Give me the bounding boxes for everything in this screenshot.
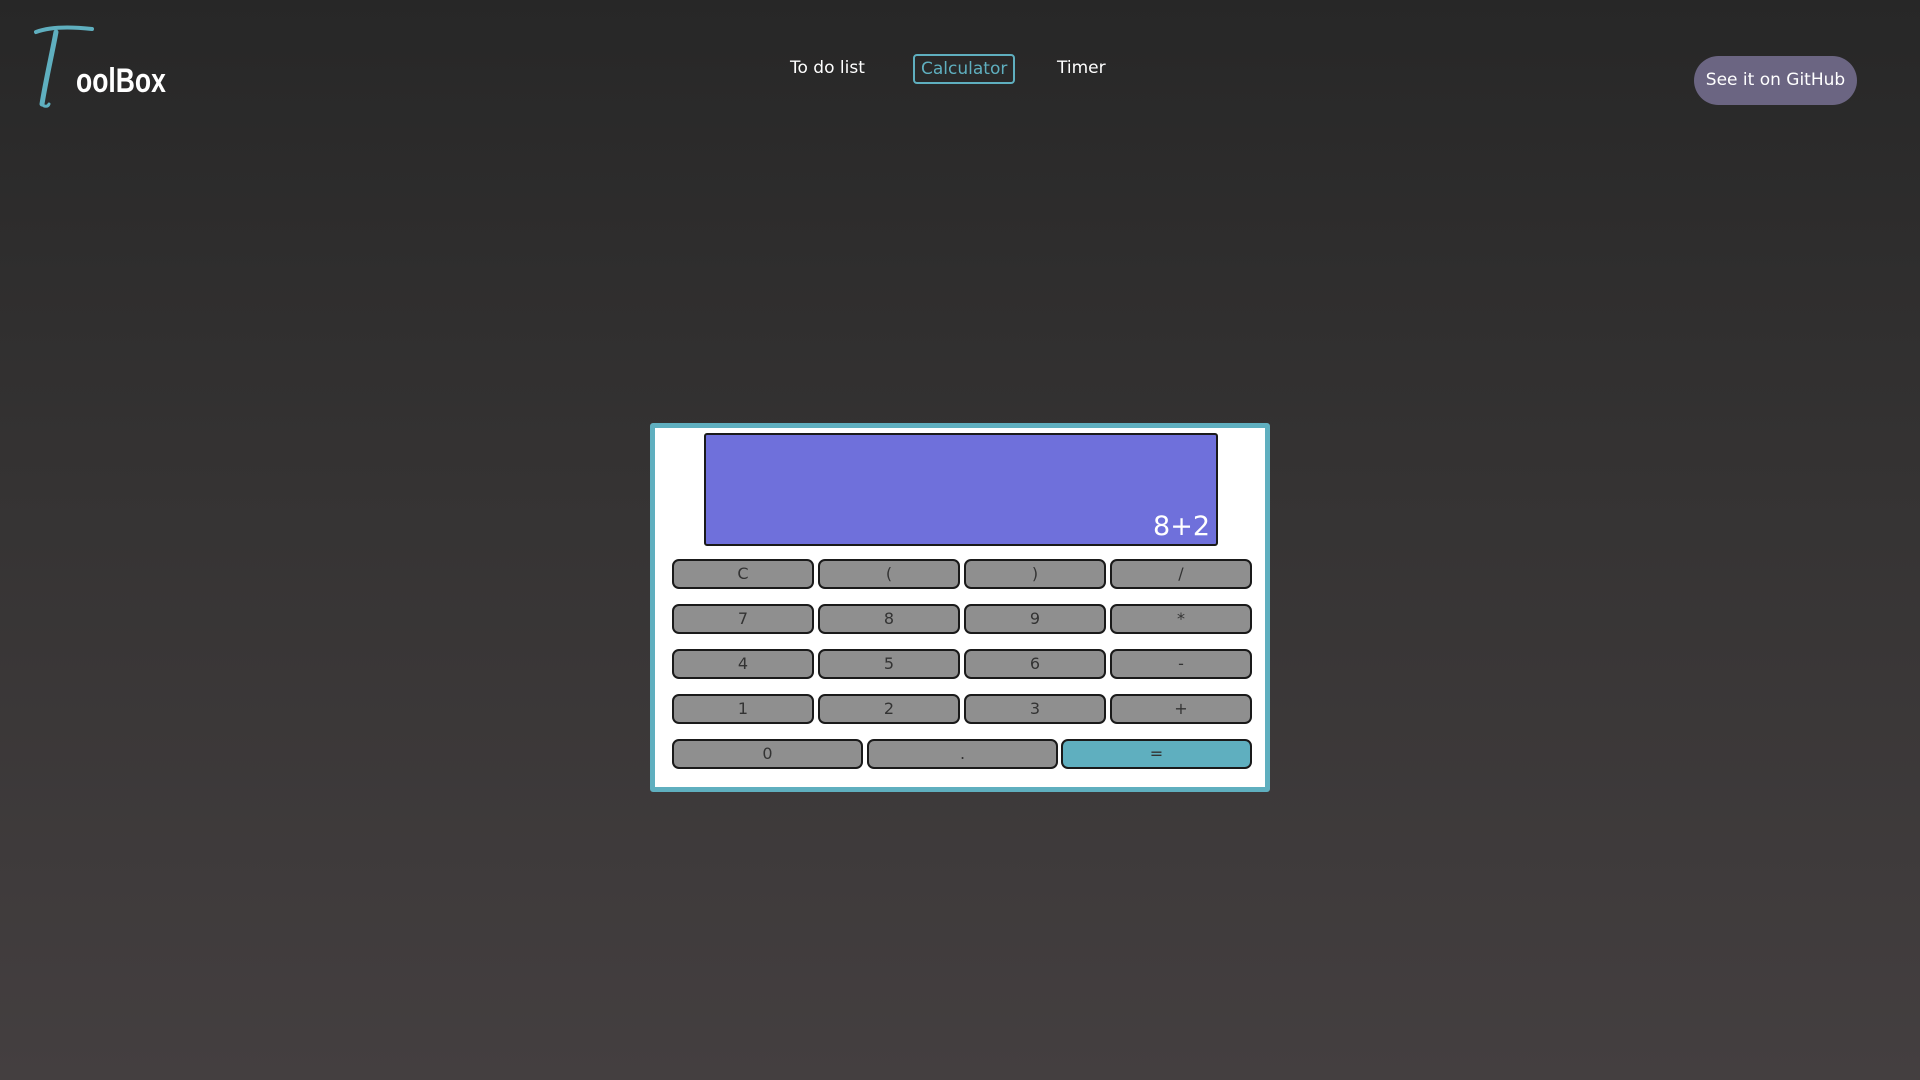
digit-8-button[interactable]: 8	[818, 604, 960, 634]
digit-4-button[interactable]: 4	[672, 649, 814, 679]
open-paren-button[interactable]: (	[818, 559, 960, 589]
subtract-button[interactable]: -	[1110, 649, 1252, 679]
digit-0-button[interactable]: 0	[672, 739, 863, 769]
digit-5-button[interactable]: 5	[818, 649, 960, 679]
clear-button[interactable]: C	[672, 559, 814, 589]
nav-link-timer[interactable]: Timer	[1057, 55, 1106, 81]
github-button[interactable]: See it on GitHub	[1694, 56, 1857, 105]
digit-2-button[interactable]: 2	[818, 694, 960, 724]
multiply-button[interactable]: *	[1110, 604, 1252, 634]
calculator-display: 8+2	[704, 433, 1218, 546]
decimal-button[interactable]: .	[867, 739, 1058, 769]
display-value: 8+2	[1153, 511, 1210, 542]
add-button[interactable]: +	[1110, 694, 1252, 724]
digit-6-button[interactable]: 6	[964, 649, 1106, 679]
equals-button[interactable]: =	[1061, 739, 1252, 769]
digit-9-button[interactable]: 9	[964, 604, 1106, 634]
nav-link-calculator[interactable]: Calculator	[913, 54, 1016, 84]
nav-link-todo-list[interactable]: To do list	[790, 55, 865, 81]
digit-7-button[interactable]: 7	[672, 604, 814, 634]
main-nav: To do list Calculator Timer	[0, 54, 1920, 84]
digit-1-button[interactable]: 1	[672, 694, 814, 724]
digit-3-button[interactable]: 3	[964, 694, 1106, 724]
close-paren-button[interactable]: )	[964, 559, 1106, 589]
calculator-panel: 8+2 C ( ) / 7 8 9 * 4 5 6 - 1 2 3 + 0 . …	[650, 423, 1270, 792]
divide-button[interactable]: /	[1110, 559, 1252, 589]
